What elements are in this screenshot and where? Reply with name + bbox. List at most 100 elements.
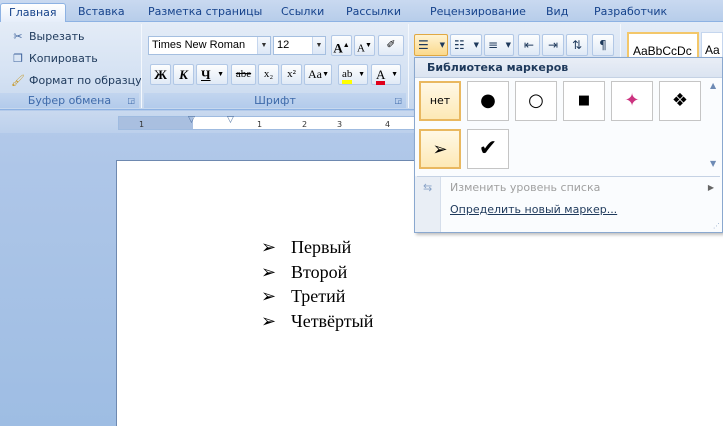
list-bullet: ➢ [261,262,277,282]
clear-formatting-button[interactable]: ✐ [378,35,404,56]
tab-view[interactable]: Вид [546,3,568,22]
list-item[interactable]: ➢ Четвёртый [261,309,373,333]
multilevel-list-button[interactable]: ≡ ▼ [484,34,514,56]
highlight-label: ab [342,68,353,84]
font-name-combo[interactable]: Times New Roman ▼ [148,36,271,55]
copy-icon: ❐ [13,52,23,65]
list-item-text: Четвёртый [291,311,374,331]
chevron-down-icon[interactable]: ▼ [440,35,445,55]
font-color-label: A [376,68,386,85]
ruler-tick: 1 [257,120,263,129]
ribbon-tabs: Главная Вставка Разметка страницы Ссылки… [0,0,723,22]
resize-grip-icon[interactable]: ⋰ [713,222,720,230]
decrease-indent-button[interactable]: ⇤ [518,34,540,56]
first-line-indent-icon[interactable]: ▽ [227,115,234,125]
bullet-none-option[interactable]: нет [419,81,461,121]
dialog-launcher-icon[interactable]: ◲ [127,93,135,108]
font-name-value: Times New Roman [152,39,246,51]
shrink-font-label: A [357,42,365,55]
list-item-text: Третий [291,286,346,306]
bullet-option-star[interactable]: ✦ [611,81,653,121]
strikethrough-button[interactable]: abe [231,64,256,85]
chevron-down-icon[interactable]: ▼ [358,65,365,84]
chevron-down-icon[interactable]: ▼ [312,37,325,54]
ruler-tick: 4 [385,120,391,129]
chevron-down-icon[interactable]: ▼ [217,65,224,84]
define-new-bullet-item[interactable]: Определить новый маркер... [415,200,722,220]
tab-mailings[interactable]: Рассылки [346,3,401,22]
change-list-level-item[interactable]: ⇆ Изменить уровень списка ▶ [415,178,722,198]
tab-references[interactable]: Ссылки [281,3,324,22]
italic-button[interactable]: К [173,64,194,85]
font-color-button[interactable]: A ▼ [371,64,401,85]
bold-button[interactable]: Ж [150,64,171,85]
font-group-text: Шрифт [254,94,296,107]
list-item-text: Второй [291,262,348,282]
tab-home[interactable]: Главная [0,3,66,22]
scroll-down-icon[interactable]: ▼ [710,159,716,168]
dialog-launcher-icon[interactable]: ◲ [394,93,402,108]
cut-button[interactable]: ✂ Вырезать [10,28,84,46]
increase-indent-button[interactable]: ⇥ [542,34,564,56]
font-size-combo[interactable]: 12 ▼ [273,36,326,55]
scroll-up-icon[interactable]: ▲ [710,81,716,90]
chevron-down-icon[interactable]: ▼ [257,37,270,54]
list-item-text: Первый [291,237,352,257]
list-level-icon: ⇆ [423,181,433,194]
clipboard-group-text: Буфер обмена [27,94,112,107]
bullets-button[interactable]: ☰ ▼ [414,34,448,56]
shrink-font-button[interactable]: A▼ [354,35,375,56]
grow-font-button[interactable]: A▲ [331,35,352,56]
change-case-button[interactable]: Aa ▼ [304,64,332,85]
increase-indent-icon: ⇥ [547,38,559,52]
clipboard-group-label: Буфер обмена ◲ [0,93,139,108]
bullet-option-hollow-circle[interactable]: ○ [515,81,557,121]
style-next-text: Aa [705,43,720,57]
tab-review[interactable]: Рецензирование [430,3,526,22]
sort-button[interactable]: ⇅ [566,34,588,56]
group-separator [408,24,409,108]
tab-page-layout[interactable]: Разметка страницы [148,3,262,22]
ruler-tick: 2 [302,120,308,129]
decrease-indent-icon: ⇤ [523,38,535,52]
list-item[interactable]: ➢ Второй [261,260,347,284]
indent-marker-icon[interactable]: ▽ [188,115,195,125]
popup-divider [417,176,720,177]
scissors-icon: ✂ [13,30,23,43]
bullet-option-square[interactable]: ■ [563,81,605,121]
highlight-button[interactable]: ab ▼ [338,64,368,85]
list-bullet: ➢ [261,311,277,331]
ruler-tick: 3 [337,120,343,129]
copy-button[interactable]: ❐ Копировать [10,50,98,68]
define-new-bullet-label: Определить новый маркер... [450,203,618,216]
brush-icon: 🖌 [11,74,25,87]
underline-button[interactable]: Ч ▼ [196,64,228,85]
font-size-value: 12 [277,39,290,51]
chevron-down-icon[interactable]: ▼ [506,35,511,55]
chevron-down-icon[interactable]: ▼ [474,35,479,55]
tab-insert[interactable]: Вставка [78,3,125,22]
chevron-down-icon[interactable]: ▼ [391,65,398,84]
cut-label: Вырезать [29,30,85,43]
bullet-library-popup: Библиотека маркеров нет ● ○ ■ ✦ ❖ ➢ ✔ ▲ … [414,57,723,233]
bullet-option-diamonds[interactable]: ❖ [659,81,701,121]
group-separator [141,24,142,108]
subscript-button[interactable]: x₂ [258,64,279,85]
numbering-button[interactable]: ☷ ▼ [450,34,482,56]
pilcrow-icon: ¶ [599,38,607,52]
bullet-option-arrowhead[interactable]: ➢ [419,129,461,169]
superscript-button[interactable]: x² [281,64,302,85]
numbered-list-icon: ☷ [454,38,465,52]
show-marks-button[interactable]: ¶ [592,34,614,56]
list-item[interactable]: ➢ Третий [261,284,345,308]
chevron-right-icon: ▶ [707,183,714,192]
eraser-icon: ✐ [386,39,396,51]
format-painter-label: Формат по образцу [29,74,142,87]
chevron-down-icon[interactable]: ▼ [322,65,329,84]
bullet-option-checkmark[interactable]: ✔ [467,129,509,169]
tab-developer[interactable]: Разработчик [594,3,667,22]
list-item[interactable]: ➢ Первый [261,235,351,259]
format-painter-button[interactable]: 🖌 Формат по образцу [10,72,142,90]
list-bullet: ➢ [261,237,277,257]
bullet-option-filled-circle[interactable]: ● [467,81,509,121]
